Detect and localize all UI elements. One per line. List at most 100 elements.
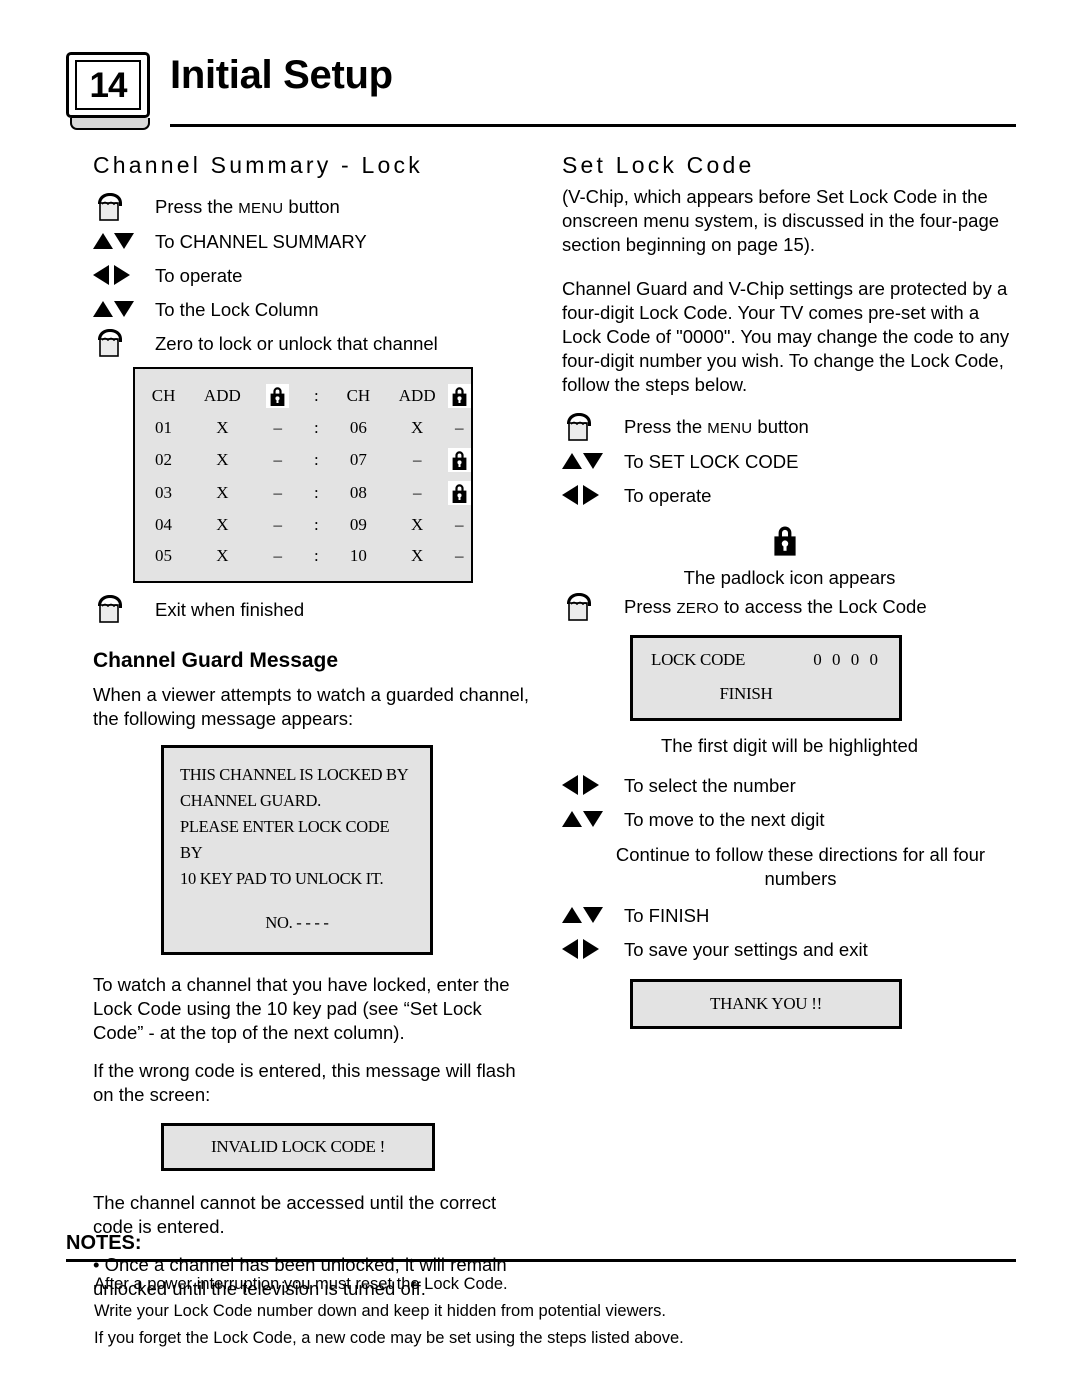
list-item: If you forget the Lock Code, a new code … [94,1329,684,1347]
step-zero-lock-unlock: Zero to lock or unlock that channel [93,327,533,359]
cell-ch: 08 [349,482,367,502]
paragraph-lock-code-protected: Channel Guard and V-Chip settings are pr… [562,278,1010,395]
cell-lock: – [273,417,283,437]
cell-ch: 03 [155,482,173,502]
lock-icon [772,523,798,557]
padlock-caption: The padlock icon appears [683,567,896,588]
step-label: To move to the next digit [624,808,825,830]
step-label: To select the number [624,774,796,796]
subheading-channel-guard-message: Channel Guard Message [93,649,339,672]
cell-separator: : [314,449,319,469]
osd-line: 10 KEY PAD TO UNLOCK IT. [180,869,384,888]
hand-press-icon [93,593,155,625]
cell-add: X [411,514,424,534]
osd-code-entry-line: NO. - - - - [265,913,329,932]
left-right-arrows-icon [562,485,624,505]
cell-add: X [216,449,229,469]
padlock-illustration [562,523,1017,557]
cell-ch: 02 [155,449,173,469]
cell-ch: 07 [349,449,367,469]
paragraph-vchip-note: (V-Chip, which appears before Set Lock C… [562,186,1000,255]
table-row: 02 X – : 07 – [135,443,471,476]
tv-badge-body: 14 [66,52,150,118]
lock-icon [451,449,468,471]
step-to-channel-summary: To CHANNEL SUMMARY [93,225,533,257]
cell-ch: 01 [155,417,173,437]
osd-finish-label: FINISH [719,684,773,703]
col-header-add-left: ADD [203,385,241,405]
up-down-arrows-icon [93,301,155,317]
step-exit-when-finished: Exit when finished [93,593,533,625]
cell-ch: 04 [155,514,173,534]
manual-page: 14 Initial Setup Channel Summary - Lock … [0,0,1080,1397]
cell-lock: – [454,417,464,437]
list-item: After a power interruption you must rese… [94,1275,508,1293]
cell-ch: 06 [349,417,367,437]
step-press-zero: Press ZERO to access the Lock Code [562,591,1017,623]
col-header-add-right: ADD [398,385,436,405]
continue-directions-note: Continue to follow these directions for … [615,844,986,889]
left-right-arrows-icon [562,939,624,959]
up-down-arrows-icon [562,453,624,469]
left-right-arrows-icon [93,265,155,285]
osd-line: PLEASE ENTER LOCK CODE BY [180,817,390,862]
step-label: Press the MENU button [624,415,809,437]
cell-add: X [216,514,229,534]
cell-lock: – [454,514,464,534]
left-right-arrows-icon [562,775,624,795]
cell-separator: : [314,514,319,534]
cell-lock: – [273,545,283,565]
step-press-menu: Press the MENU button [562,411,1017,443]
osd-thank-you: THANK YOU !! [630,979,902,1029]
table-row: 05 X – : 10 X – [135,540,471,571]
menu-smallcaps: MENU [238,199,284,217]
cell-lock-icon [447,443,471,476]
channel-summary-table: CH ADD : CH ADD 01 X –: 06 X – 02 X –:… [133,367,473,583]
osd-lock-code-label: LOCK CODE [651,650,746,669]
section-heading-channel-summary: Channel Summary - Lock [93,152,423,178]
step-to-operate: To operate [562,479,1017,511]
table-header-row: CH ADD : CH ADD [135,379,471,412]
first-digit-note: The first digit will be highlighted [660,735,919,756]
notes-label: NOTES: [66,1232,142,1254]
tv-badge-screen: 14 [75,60,141,110]
cell-ch: 10 [349,545,367,565]
step-save-and-exit: To save your settings and exit [562,933,1017,965]
step-label: Press ZERO to access the Lock Code [624,595,927,617]
step-label: To operate [155,264,243,286]
col-header-ch-right: CH [346,385,371,405]
step-label: Exit when finished [155,598,305,620]
up-down-arrows-icon [562,907,624,923]
osd-line: CHANNEL GUARD. [180,791,321,810]
table-row: 03 X – : 08 – [135,476,471,509]
notes-divider [66,1259,1016,1262]
section-heading-set-lock-code: Set Lock Code [562,152,755,178]
step-label: To SET LOCK CODE [624,450,799,472]
cell-add: X [411,545,424,565]
cell-lock: – [273,482,283,502]
cell-lock: – [273,449,283,469]
osd-lock-code: LOCK CODE 0 0 0 0 FINISH [630,635,902,721]
paragraph-watch-locked-channel: To watch a channel that you have locked,… [93,974,510,1043]
title-divider [170,124,1016,127]
hand-press-icon [562,411,624,443]
step-label: To save your settings and exit [624,938,868,960]
step-to-set-lock-code: To SET LOCK CODE [562,445,1017,477]
table-row: 01 X – : 06 X – [135,412,471,443]
table-row: 04 X – : 09 X – [135,509,471,540]
cell-add: X [216,482,229,502]
step-label: To CHANNEL SUMMARY [155,230,367,252]
step-label: To FINISH [624,904,710,926]
step-move-next-digit: To move to the next digit [562,803,1017,835]
step-press-menu: Press the MENU button [93,191,533,223]
osd-channel-guard-message: THIS CHANNEL IS LOCKED BY CHANNEL GUARD.… [161,745,433,955]
step-select-number: To select the number [562,769,1017,801]
page-header: 14 Initial Setup [66,52,1016,138]
paragraph-guard-intro: When a viewer attempts to watch a guarde… [93,684,530,729]
cell-lock: – [454,545,464,565]
page-title: Initial Setup [170,53,393,97]
step-label: To operate [624,484,712,506]
cell-add: X [411,417,424,437]
osd-lock-code-digits: 0 0 0 0 [813,650,881,669]
list-item: Write your Lock Code number down and kee… [94,1302,666,1320]
